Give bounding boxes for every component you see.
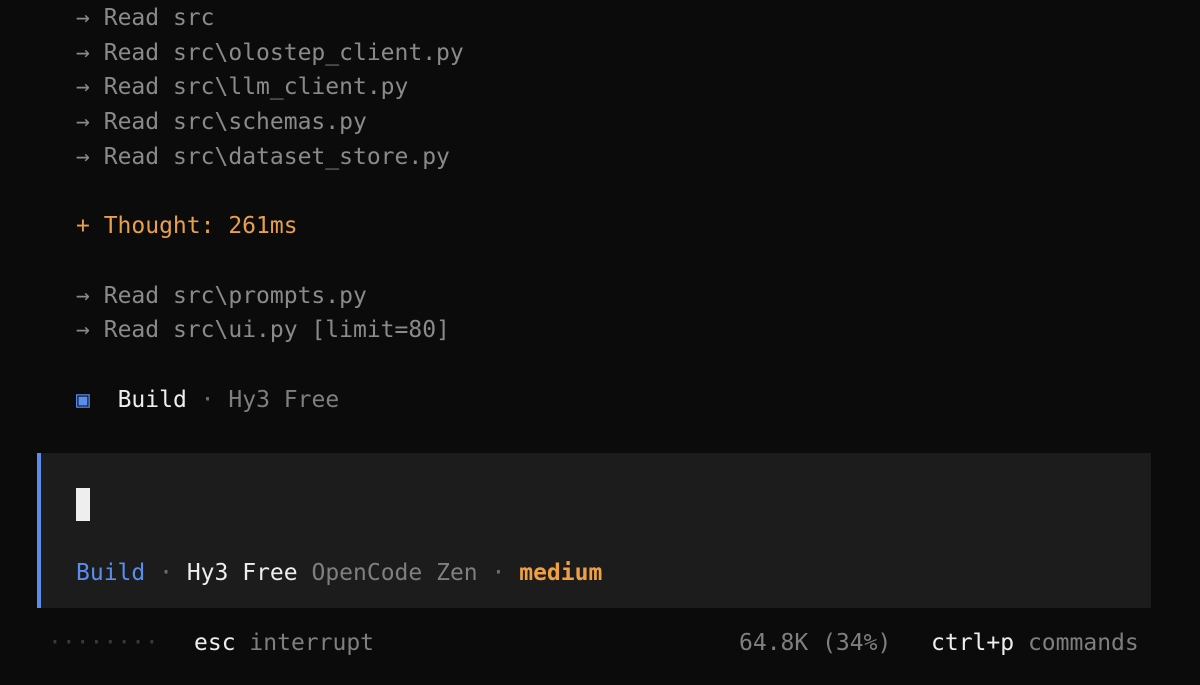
log-line-text: Read src\prompts.py xyxy=(103,283,367,309)
log-line-text: Read src\olostep_client.py xyxy=(103,40,464,66)
ctrl-p-key-label: ctrl+p xyxy=(931,630,1015,656)
log-line-text: Read src xyxy=(103,5,215,31)
log-line: → Read src\schemas.py xyxy=(76,105,367,140)
log-line: → Read src\llm_client.py xyxy=(76,70,408,105)
log-line: → Read src\ui.py [limit=80] xyxy=(76,313,450,348)
arrow-right-icon: → xyxy=(76,109,90,135)
arrow-right-icon: → xyxy=(76,74,90,100)
token-usage: 64.8K (34%) xyxy=(739,626,891,661)
log-line: → Read src\dataset_store.py xyxy=(76,140,450,175)
log-line-text: Read src\dataset_store.py xyxy=(103,144,450,170)
terminal-window: → Read src → Read src\olostep_client.py … xyxy=(0,0,1200,685)
effort-label[interactable]: medium xyxy=(519,560,602,586)
commands-label: commands xyxy=(1027,630,1139,656)
thought-line[interactable]: + Thought: 261ms xyxy=(76,209,298,244)
interrupt-label: interrupt xyxy=(249,630,375,656)
text-cursor xyxy=(76,488,90,521)
build-square-icon: ▣ xyxy=(76,387,90,413)
input-accent-bar xyxy=(37,453,41,608)
log-line-text: Read src\ui.py [limit=80] xyxy=(103,317,450,343)
provider-label: OpenCode Zen xyxy=(311,560,478,586)
input-status-line: Build · Hy3 Free OpenCode Zen · medium xyxy=(76,556,602,591)
separator-dot: · xyxy=(159,560,173,586)
log-line-text: Read src\llm_client.py xyxy=(103,74,409,100)
build-model-label: Hy3 Free xyxy=(228,387,340,413)
log-line: → Read src xyxy=(76,1,215,36)
interrupt-hint[interactable]: esc interrupt xyxy=(194,626,374,661)
separator-dot: · xyxy=(491,560,506,586)
commands-hint[interactable]: ctrl+p commands xyxy=(931,626,1139,661)
build-status-line: ▣ Build · Hy3 Free xyxy=(76,383,339,418)
arrow-right-icon: → xyxy=(76,144,90,170)
esc-key-label: esc xyxy=(194,630,236,656)
separator-dot: · xyxy=(200,387,215,413)
log-line: → Read src\prompts.py xyxy=(76,279,367,314)
log-line-text: Read src\schemas.py xyxy=(103,109,367,135)
log-line: → Read src\olostep_client.py xyxy=(76,36,464,71)
arrow-right-icon: → xyxy=(76,5,90,31)
arrow-right-icon: → xyxy=(76,317,90,343)
model-name-label[interactable]: Hy3 Free xyxy=(187,560,298,586)
build-mode-label: Build xyxy=(117,387,187,413)
agent-mode-label[interactable]: Build xyxy=(76,560,145,586)
arrow-right-icon: → xyxy=(76,40,90,66)
prompt-input-panel[interactable]: Build · Hy3 Free OpenCode Zen · medium xyxy=(37,453,1151,608)
token-count: 64.8K (34%) xyxy=(739,630,892,656)
activity-spinner: ········ xyxy=(48,630,159,656)
arrow-right-icon: → xyxy=(76,283,90,309)
